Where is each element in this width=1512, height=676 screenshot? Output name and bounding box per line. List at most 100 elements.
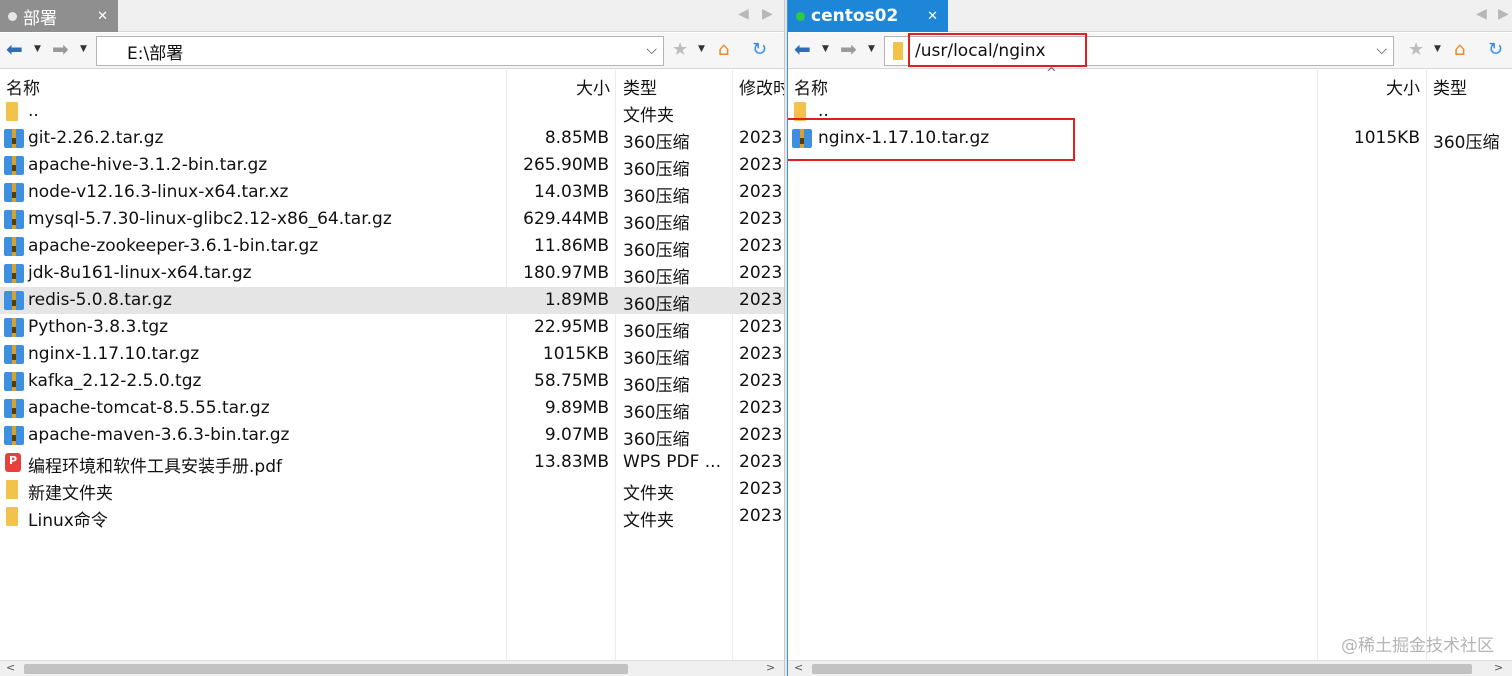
file-row[interactable]: jdk-8u161-linux-x64.tar.gz 180.97MB 360压缩 2… [0, 260, 784, 288]
horizontal-scrollbar[interactable]: < > [0, 660, 784, 676]
back-dropdown-icon[interactable]: ▼ [34, 44, 41, 54]
file-name: Linux命令 [28, 511, 108, 531]
back-dropdown-icon[interactable]: ▼ [822, 44, 829, 54]
file-type: 360压缩 [623, 133, 690, 153]
file-size: 8.85MB [544, 128, 609, 148]
file-type: 360压缩 [623, 376, 690, 396]
file-name: apache-hive-3.1.2-bin.tar.gz [28, 155, 268, 175]
home-icon[interactable]: ⌂ [1454, 40, 1465, 60]
file-row[interactable]: apache-tomcat-8.5.55.tar.gz 9.89MB 360压缩 20… [0, 395, 784, 423]
archive-icon [4, 399, 24, 418]
refresh-icon[interactable]: ↻ [1488, 40, 1503, 60]
file-row[interactable]: Linux命令 文件夹 2023 [0, 503, 784, 531]
forward-arrow-icon[interactable]: ➡ [52, 39, 69, 59]
column-modified[interactable]: 修改时 [739, 74, 784, 99]
file-type: 360压缩 [623, 187, 690, 207]
file-modified: 2023 [739, 182, 783, 202]
back-arrow-icon[interactable]: ⬅ [6, 39, 23, 59]
tab-scroll-right-icon[interactable]: ▶ [762, 6, 773, 22]
column-separator[interactable] [1426, 70, 1427, 660]
file-modified: 2023 [739, 344, 783, 364]
home-icon[interactable]: ⌂ [718, 40, 729, 60]
archive-icon [4, 210, 24, 229]
scroll-left-icon[interactable]: < [6, 661, 15, 674]
file-modified: 2023 [739, 155, 783, 175]
tab-local-deploy[interactable]: 部署 ✕ [0, 0, 118, 32]
column-type[interactable]: 类型 [623, 74, 657, 99]
horizontal-scrollbar[interactable]: < > [788, 660, 1512, 676]
file-highlight-box [788, 118, 1075, 161]
tab-scroll-left-icon[interactable]: ◀ [738, 6, 749, 22]
column-type[interactable]: 类型 [1433, 74, 1467, 99]
column-name[interactable]: 名称 [6, 74, 40, 99]
scroll-right-icon[interactable]: > [1494, 661, 1503, 674]
archive-icon [4, 318, 24, 337]
file-row[interactable]: node-v12.16.3-linux-x64.tar.xz 14.03MB 360… [0, 179, 784, 207]
chevron-down-icon[interactable]: ⌵ [646, 42, 657, 58]
file-modified: 2023 [739, 290, 783, 310]
tab-scroll-right-icon[interactable]: ▶ [1498, 6, 1509, 22]
file-size: 58.75MB [534, 371, 609, 391]
file-row[interactable]: apache-hive-3.1.2-bin.tar.gz 265.90MB 360压… [0, 152, 784, 180]
star-icon[interactable]: ★ [672, 40, 688, 60]
forward-dropdown-icon[interactable]: ▼ [80, 44, 87, 54]
column-size[interactable]: 大小 [576, 74, 610, 99]
column-size[interactable]: 大小 [1386, 74, 1420, 99]
file-modified: 2023 [739, 479, 783, 499]
file-size: 14.03MB [534, 182, 609, 202]
bookmark-dropdown-icon[interactable]: ▼ [698, 44, 705, 54]
file-row[interactable]: redis-5.0.8.tar.gz 1.89MB 360压缩 2023 [0, 287, 784, 315]
forward-dropdown-icon[interactable]: ▼ [868, 44, 875, 54]
file-modified: 2023 [739, 317, 783, 337]
file-size: 1015KB [1353, 128, 1420, 148]
file-row[interactable]: apache-maven-3.6.3-bin.tar.gz 9.07MB 360压缩… [0, 422, 784, 450]
file-row[interactable]: nginx-1.17.10.tar.gz 1015KB 360压缩 2023 [0, 341, 784, 369]
file-row[interactable]: 新建文件夹 文件夹 2023 [0, 476, 784, 504]
column-separator[interactable] [1317, 70, 1318, 660]
sort-ascending-icon: ^ [1046, 66, 1057, 81]
file-modified: 2023 [739, 128, 783, 148]
archive-icon [4, 237, 24, 256]
connected-status-dot [796, 11, 805, 21]
file-row[interactable]: Python-3.8.3.tgz 22.95MB 360压缩 2023 [0, 314, 784, 342]
file-name: redis-5.0.8.tar.gz [28, 290, 172, 310]
scroll-left-icon[interactable]: < [794, 661, 803, 674]
file-name: kafka_2.12-2.5.0.tgz [28, 371, 202, 391]
tab-centos02[interactable]: centos02 ✕ [788, 0, 948, 32]
file-type: 360压缩 [623, 241, 690, 261]
star-icon[interactable]: ★ [1408, 40, 1424, 60]
file-row[interactable]: 编程环境和软件工具安装手册.pdf 13.83MB WPS PDF ... 2023 [0, 449, 784, 477]
file-modified: 2023 [739, 263, 783, 283]
file-name: 编程环境和软件工具安装手册.pdf [28, 457, 282, 477]
file-size: 265.90MB [523, 155, 609, 175]
scrollbar-thumb[interactable] [812, 664, 1472, 674]
archive-icon [4, 264, 24, 283]
tab-scroll-left-icon[interactable]: ◀ [1476, 6, 1487, 22]
chevron-down-icon[interactable]: ⌵ [1376, 42, 1387, 58]
forward-arrow-icon[interactable]: ➡ [840, 39, 857, 59]
file-modified: 2023 [739, 236, 783, 256]
file-row[interactable]: kafka_2.12-2.5.0.tgz 58.75MB 360压缩 2023 [0, 368, 784, 396]
file-modified: 2023 [739, 506, 783, 526]
folder-icon [6, 102, 18, 121]
address-bar[interactable]: E:\部署 ⌵ [96, 36, 664, 66]
bookmark-dropdown-icon[interactable]: ▼ [1434, 44, 1441, 54]
close-icon[interactable]: ✕ [97, 9, 108, 24]
back-arrow-icon[interactable]: ⬅ [794, 39, 811, 59]
file-size: 11.86MB [534, 236, 609, 256]
file-modified: 2023 [739, 209, 783, 229]
scroll-right-icon[interactable]: > [766, 661, 775, 674]
file-row[interactable]: apache-zookeeper-3.6.1-bin.tar.gz 11.86MB… [0, 233, 784, 261]
archive-icon [4, 345, 24, 364]
file-type: 文件夹 [623, 106, 674, 126]
close-icon[interactable]: ✕ [927, 9, 938, 24]
refresh-icon[interactable]: ↻ [752, 40, 767, 60]
file-type: 360压缩 [623, 430, 690, 450]
column-name[interactable]: 名称 [794, 74, 828, 99]
scrollbar-thumb[interactable] [24, 664, 628, 674]
file-row[interactable]: mysql-5.7.30-linux-glibc2.12-x86_64.tar.… [0, 206, 784, 234]
file-row[interactable]: .. 文件夹 [0, 98, 784, 126]
right-tab-bar: centos02 ✕ ◀ ▶ [788, 0, 1512, 32]
file-name: apache-zookeeper-3.6.1-bin.tar.gz [28, 236, 319, 256]
file-row[interactable]: git-2.26.2.tar.gz 8.85MB 360压缩 2023 [0, 125, 784, 153]
